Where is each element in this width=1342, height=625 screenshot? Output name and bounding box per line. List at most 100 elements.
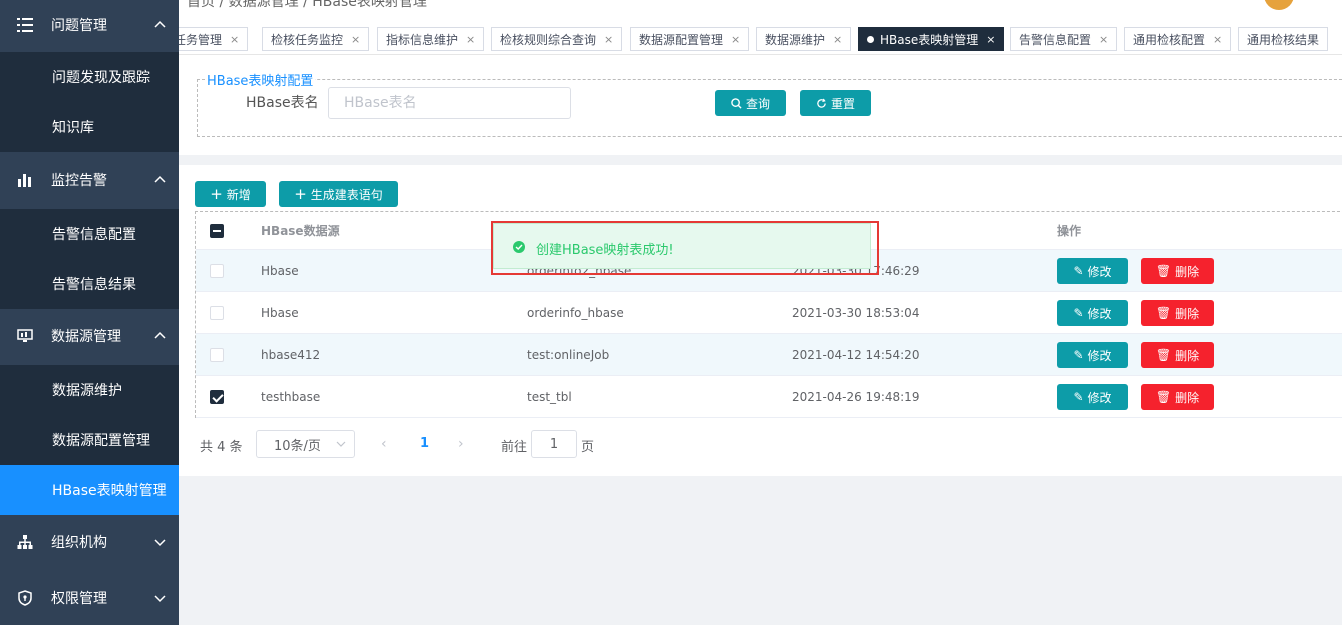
tag-label: 告警信息配置 — [1019, 32, 1092, 47]
close-icon[interactable]: × — [604, 33, 613, 46]
query-label: 查询 — [745, 96, 770, 111]
cell-source: Hbase — [261, 305, 299, 320]
sidebar-item-label: 告警信息配置 — [52, 227, 136, 243]
sidebar-group-issue-management[interactable]: 问题管理 — [0, 0, 179, 50]
org-icon — [16, 533, 34, 551]
tag-check-task-monitor[interactable]: 检核任务监控 × — [262, 27, 370, 51]
select-all-checkbox[interactable] — [210, 224, 224, 238]
reset-label: 重置 — [830, 96, 855, 111]
cell-create-time: 2021-03-30 18:53:04 — [792, 305, 920, 320]
tag-hbase-mapping[interactable]: HBase表映射管理 × — [858, 27, 1005, 51]
chevron-up-icon — [154, 20, 166, 28]
query-button[interactable]: 查询 — [715, 90, 786, 116]
cell-table-name: orderinfo_hbase — [527, 305, 624, 320]
sidebar-group-organization[interactable]: 组织机构 — [0, 517, 179, 567]
row-checkbox[interactable] — [210, 390, 224, 404]
tag-datasource-config[interactable]: 数据源配置管理 × — [630, 27, 750, 51]
sidebar-item-alert-result[interactable]: 告警信息结果 — [0, 259, 179, 309]
cell-create-time: 2021-04-12 14:54:20 — [792, 347, 920, 362]
tag-label: 检核任务监控 — [271, 32, 344, 47]
edit-icon: ✎ — [1073, 306, 1084, 320]
edit-button[interactable]: ✎ 修改 — [1057, 384, 1128, 410]
delete-label: 删除 — [1175, 390, 1200, 405]
delete-label: 删除 — [1175, 306, 1200, 321]
refresh-icon — [817, 98, 826, 108]
sidebar-group-label: 权限管理 — [51, 591, 107, 607]
page-size-select[interactable]: 10条/页 — [256, 430, 355, 458]
column-header-source: HBase数据源 — [261, 224, 340, 238]
top-navbar: 首页 / 数据源管理 / HBase表映射管理 — [179, 0, 1342, 24]
chevron-up-icon — [154, 175, 166, 183]
sidebar-item-knowledge-base[interactable]: 知识库 — [0, 102, 179, 152]
sidebar-item-alert-config[interactable]: 告警信息配置 — [0, 209, 179, 259]
trash-icon: 🗑 — [1155, 264, 1172, 278]
add-button[interactable]: + 新增 — [195, 181, 266, 207]
tag-task-management[interactable]: 任务管理 × — [179, 27, 249, 51]
sidebar-item-datasource-maintain[interactable]: 数据源维护 — [0, 365, 179, 415]
trash-icon: 🗑 — [1155, 306, 1172, 320]
close-icon[interactable]: × — [1099, 33, 1108, 46]
edit-icon: ✎ — [1073, 390, 1084, 404]
success-toast-highlight: 创建HBase映射表成功! — [491, 221, 879, 275]
close-icon[interactable]: × — [466, 33, 475, 46]
tag-datasource-maintain[interactable]: 数据源维护 × — [756, 27, 852, 51]
sidebar-item-hbase-mapping[interactable]: HBase表映射管理 — [0, 465, 179, 515]
close-icon[interactable]: × — [731, 33, 740, 46]
tag-alert-config[interactable]: 告警信息配置 × — [1010, 27, 1118, 51]
tag-general-check-config[interactable]: 通用检核配置 × — [1124, 27, 1232, 51]
hbase-table-name-input[interactable] — [328, 87, 571, 119]
success-check-icon — [513, 241, 525, 253]
tag-general-check-result[interactable]: 通用检核结果 — [1238, 27, 1329, 51]
list-icon — [16, 16, 34, 34]
edit-button[interactable]: ✎ 修改 — [1057, 300, 1128, 326]
edit-label: 修改 — [1087, 264, 1112, 279]
page-size-value: 10条/页 — [274, 438, 321, 454]
sidebar-item-label: 知识库 — [52, 120, 94, 136]
table-panel: + 新增 + 生成建表语句 HBase数据源 操作 Hbase orderinf… — [179, 165, 1342, 476]
search-icon — [731, 97, 742, 109]
close-icon[interactable]: × — [833, 33, 842, 46]
row-checkbox[interactable] — [210, 264, 224, 278]
row-checkbox[interactable] — [210, 348, 224, 362]
delete-button[interactable]: 🗑 删除 — [1141, 384, 1214, 410]
generate-sql-button[interactable]: + 生成建表语句 — [279, 181, 398, 207]
delete-button[interactable]: 🗑 删除 — [1141, 258, 1214, 284]
avatar[interactable] — [1264, 0, 1294, 10]
close-icon[interactable]: × — [986, 33, 995, 46]
cell-table-name: test:onlineJob — [527, 347, 610, 362]
generate-sql-label: 生成建表语句 — [310, 187, 383, 202]
delete-label: 删除 — [1175, 264, 1200, 279]
tag-indicator-maintain[interactable]: 指标信息维护 × — [377, 27, 485, 51]
row-checkbox[interactable] — [210, 306, 224, 320]
sidebar-item-issue-tracking[interactable]: 问题发现及跟踪 — [0, 52, 179, 102]
sidebar-group-label: 监控告警 — [51, 173, 107, 189]
delete-button[interactable]: 🗑 删除 — [1141, 342, 1214, 368]
delete-label: 删除 — [1175, 348, 1200, 363]
cell-table-name: test_tbl — [527, 389, 572, 404]
sidebar-item-label: 数据源配置管理 — [52, 433, 150, 449]
close-icon[interactable]: × — [1213, 33, 1222, 46]
sidebar-group-datasource[interactable]: 数据源管理 — [0, 311, 179, 361]
reset-button[interactable]: 重置 — [800, 90, 871, 116]
column-header-actions: 操作 — [1057, 224, 1082, 238]
close-icon[interactable]: × — [230, 33, 239, 46]
sidebar-item-datasource-config[interactable]: 数据源配置管理 — [0, 415, 179, 465]
tag-label: 数据源配置管理 — [639, 32, 724, 47]
edit-label: 修改 — [1087, 390, 1112, 405]
goto-page-input[interactable] — [531, 430, 577, 458]
sidebar-item-label: HBase表映射管理 — [52, 483, 167, 499]
tag-label: 检核规则综合查询 — [500, 32, 597, 47]
sidebar-group-permission[interactable]: 权限管理 — [0, 573, 179, 623]
breadcrumb: 首页 / 数据源管理 / HBase表映射管理 — [187, 0, 427, 10]
edit-button[interactable]: ✎ 修改 — [1057, 342, 1128, 368]
tag-rule-query[interactable]: 检核规则综合查询 × — [491, 27, 623, 51]
next-page-icon[interactable]: › — [458, 436, 464, 452]
close-icon[interactable]: × — [351, 33, 360, 46]
edit-label: 修改 — [1087, 348, 1112, 363]
success-toast: 创建HBase映射表成功! — [493, 223, 871, 269]
edit-button[interactable]: ✎ 修改 — [1057, 258, 1128, 284]
prev-page-icon[interactable]: ‹ — [381, 436, 387, 452]
page-number-current[interactable]: 1 — [420, 436, 429, 451]
delete-button[interactable]: 🗑 删除 — [1141, 300, 1214, 326]
sidebar-group-monitoring[interactable]: 监控告警 — [0, 155, 179, 205]
